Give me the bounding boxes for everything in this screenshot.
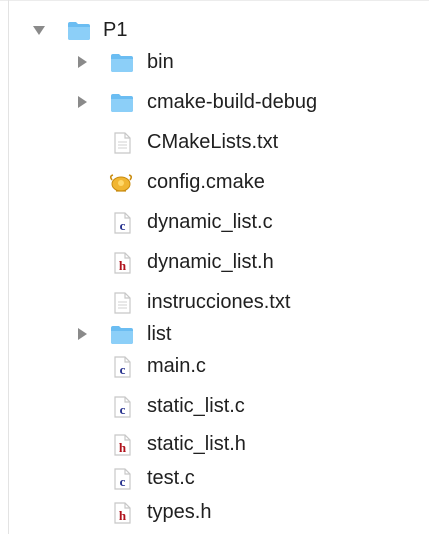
tree-item-label: static_list.h [147,433,246,455]
svg-text:h: h [119,258,127,273]
text-file-icon [110,291,134,315]
chevron-down-icon[interactable] [32,23,46,37]
folder-icon [110,323,134,347]
top-divider [0,0,429,1]
tree-item-label: instrucciones.txt [147,291,291,313]
c-file-icon: c [110,211,134,235]
c-file-icon: c [110,395,134,419]
svg-text:h: h [119,440,127,455]
tree-item-label: cmake-build-debug [147,91,318,113]
text-file-icon [110,131,134,155]
tree-row-file[interactable]: h static_list.h [0,428,429,460]
tree-item-label: dynamic_list.h [147,251,274,273]
tree-item-label: list [147,323,172,345]
folder-icon [110,91,134,115]
tree-row-file[interactable]: c static_list.c [0,390,429,422]
tree-item-label: CMakeLists.txt [147,131,279,153]
svg-text:c: c [120,218,126,233]
tree-row-folder[interactable]: cmake-build-debug [0,86,429,118]
tree-row-file[interactable]: c dynamic_list.c [0,206,429,238]
svg-text:c: c [120,402,126,417]
project-tree: P1 bin cmake-build-debug CMakeLists.txt … [0,0,429,534]
tree-row-file[interactable]: h dynamic_list.h [0,246,429,278]
chevron-right-icon[interactable] [75,327,89,341]
cmake-file-icon [108,171,133,195]
tree-item-label: static_list.c [147,395,245,417]
svg-text:c: c [120,362,126,377]
folder-icon [67,19,91,43]
svg-text:c: c [120,474,126,489]
tree-item-label: test.c [147,467,195,489]
tree-row-folder[interactable]: list [0,318,429,350]
tree-row-root[interactable]: P1 [0,14,429,46]
tree-root-label: P1 [103,19,128,41]
h-file-icon: h [110,501,134,525]
tree-row-file[interactable]: c test.c [0,462,429,494]
folder-icon [110,51,134,75]
c-file-icon: c [110,467,134,491]
tree-item-label: dynamic_list.c [147,211,273,233]
tree-item-label: types.h [147,501,212,523]
tree-row-folder[interactable]: bin [0,46,429,78]
chevron-right-icon[interactable] [75,95,89,109]
tree-row-file[interactable]: h types.h [0,496,429,528]
tree-item-label: config.cmake [147,171,265,193]
svg-text:h: h [119,508,127,523]
tree-row-file[interactable]: c main.c [0,350,429,382]
tree-item-label: main.c [147,355,206,377]
h-file-icon: h [110,251,134,275]
tree-row-file[interactable]: CMakeLists.txt [0,126,429,158]
tree-item-label: bin [147,51,174,73]
chevron-right-icon[interactable] [75,55,89,69]
tree-row-file[interactable]: config.cmake [0,166,429,198]
h-file-icon: h [110,433,134,457]
tree-row-file[interactable]: instrucciones.txt [0,286,429,318]
c-file-icon: c [110,355,134,379]
